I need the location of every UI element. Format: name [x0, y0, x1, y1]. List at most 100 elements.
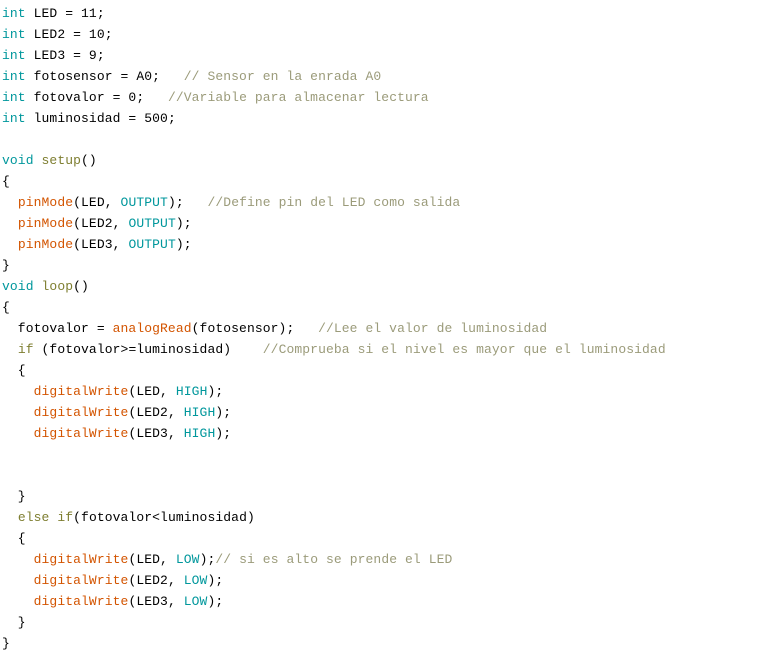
code-token-brace: {: [2, 300, 10, 315]
code-token-keyword: int: [2, 90, 26, 105]
code-token-plain: (LED2,: [128, 573, 184, 588]
code-token-plain: );: [199, 552, 216, 567]
code-token-keyword: OUTPUT: [120, 195, 168, 210]
code-token-brace: {: [2, 174, 10, 189]
code-line: int LED3 = 9;: [2, 45, 772, 66]
code-line: pinMode(LED3, OUTPUT);: [2, 234, 772, 255]
code-token-brace: {: [2, 531, 26, 546]
code-line: digitalWrite(LED, HIGH);: [2, 381, 772, 402]
code-token-keyword: void: [2, 279, 34, 294]
code-line: digitalWrite(LED3, LOW);: [2, 591, 772, 612]
code-token-keyword: LOW: [175, 552, 200, 567]
code-token-keyword2: loop: [41, 279, 74, 294]
code-listing[interactable]: int LED = 11; int LED2 = 10; int LED3 = 9;…: [0, 0, 772, 654]
code-token-keyword: HIGH: [175, 384, 208, 399]
code-line: fotovalor = analogRead(fotosensor); //Le…: [2, 318, 772, 339]
code-line: int luminosidad = 500;: [2, 108, 772, 129]
code-token-plain: );: [215, 426, 232, 441]
code-token-keyword: LOW: [183, 594, 208, 609]
code-token-plain: (fotovalor>=luminosidad): [33, 342, 263, 357]
code-line: digitalWrite(LED2, LOW);: [2, 570, 772, 591]
code-token-keyword2: setup: [41, 153, 82, 168]
code-token-keyword: int: [2, 27, 26, 42]
code-token-function: digitalWrite: [33, 594, 129, 609]
code-token-keyword: HIGH: [183, 405, 216, 420]
code-token-keyword2: if: [17, 342, 34, 357]
code-line: }: [2, 612, 772, 633]
code-token-brace: }: [2, 615, 26, 630]
code-token-function: digitalWrite: [33, 552, 129, 567]
code-line: {: [2, 171, 772, 192]
code-token-plain: );: [207, 384, 224, 399]
code-token-plain: fotosensor = A0;: [25, 69, 184, 84]
code-token-keyword: OUTPUT: [128, 216, 176, 231]
code-line: void setup(): [2, 150, 772, 171]
code-token-plain: (LED,: [128, 384, 176, 399]
code-line: digitalWrite(LED2, HIGH);: [2, 402, 772, 423]
code-token-comment: // si es alto se prende el LED: [215, 552, 453, 567]
code-token-comment: // Sensor en la enrada A0: [183, 69, 382, 84]
code-token-plain: );: [167, 195, 208, 210]
code-token-keyword: HIGH: [183, 426, 216, 441]
code-token-plain: (LED2,: [73, 216, 129, 231]
code-token-keyword: int: [2, 6, 26, 21]
code-token-plain: (): [81, 153, 97, 168]
code-line: if (fotovalor>=luminosidad) //Comprueba …: [2, 339, 772, 360]
code-line: {: [2, 360, 772, 381]
code-token-plain: (LED3,: [128, 426, 184, 441]
code-token-keyword: OUTPUT: [128, 237, 176, 252]
code-token-plain: (LED2,: [128, 405, 184, 420]
code-line: digitalWrite(LED, LOW);// si es alto se …: [2, 549, 772, 570]
code-token-plain: LED2 = 10;: [25, 27, 113, 42]
code-token-keyword: LOW: [183, 573, 208, 588]
code-token-plain: );: [175, 216, 192, 231]
code-token-plain: (LED,: [73, 195, 121, 210]
code-token-plain: (): [73, 279, 89, 294]
code-token-function: analogRead: [112, 321, 192, 336]
code-line: }: [2, 486, 772, 507]
code-token-comment: //Variable para almacenar lectura: [167, 90, 429, 105]
code-token-plain: );: [175, 237, 192, 252]
code-line: void loop(): [2, 276, 772, 297]
code-token-brace: }: [2, 636, 10, 651]
code-line: {: [2, 297, 772, 318]
code-token-keyword: int: [2, 69, 26, 84]
code-token-plain: luminosidad = 500;: [25, 111, 176, 126]
code-line: pinMode(LED, OUTPUT); //Define pin del L…: [2, 192, 772, 213]
code-token-plain: (LED,: [128, 552, 176, 567]
code-token-plain: );: [207, 573, 224, 588]
code-line: pinMode(LED2, OUTPUT);: [2, 213, 772, 234]
code-token-comment: //Lee el valor de luminosidad: [318, 321, 548, 336]
code-line: int LED = 11;: [2, 3, 772, 24]
code-token-keyword2: if: [57, 510, 74, 525]
code-token-comment: //Define pin del LED como salida: [207, 195, 461, 210]
code-line: int LED2 = 10;: [2, 24, 772, 45]
code-line: int fotovalor = 0; //Variable para almac…: [2, 87, 772, 108]
code-line: }: [2, 255, 772, 276]
code-token-function: pinMode: [17, 237, 74, 252]
code-token-comment: //Comprueba si el nivel es mayor que el …: [262, 342, 666, 357]
code-token-keyword: int: [2, 111, 26, 126]
code-token-function: pinMode: [17, 195, 74, 210]
code-token-plain: LED = 11;: [25, 6, 105, 21]
code-token-function: digitalWrite: [33, 573, 129, 588]
code-token-plain: (fotovalor<luminosidad): [73, 510, 255, 525]
code-line: digitalWrite(LED3, HIGH);: [2, 423, 772, 444]
code-line: {: [2, 528, 772, 549]
code-token-plain: fotovalor = 0;: [25, 90, 168, 105]
code-token-function: digitalWrite: [33, 426, 129, 441]
